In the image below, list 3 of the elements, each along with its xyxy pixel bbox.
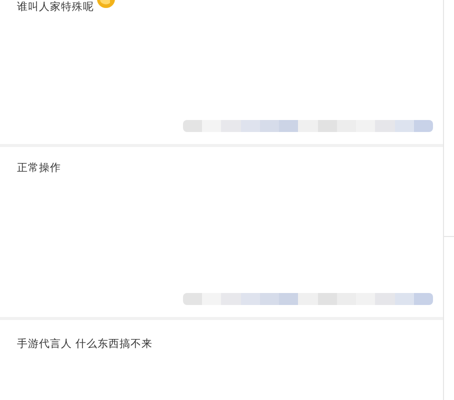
comment-text: 谁叫人家特殊呢 — [17, 0, 94, 14]
comment-text: 手游代言人 什么东西搞不来 — [17, 337, 152, 351]
comment-text: 正常操作 — [17, 161, 61, 175]
